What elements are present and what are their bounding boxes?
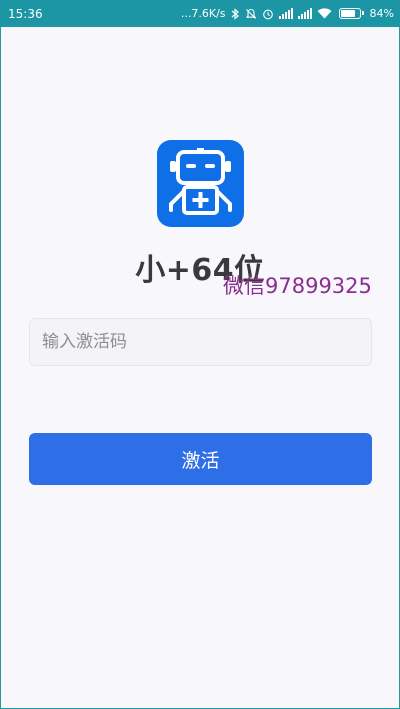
net-speed: ...7.6K/s: [180, 7, 226, 20]
alarm-icon: [262, 8, 274, 20]
status-time: 15:36: [8, 6, 43, 21]
activation-screen: 小+64位 微信97899325 激活: [1, 27, 399, 708]
battery-percent: 84%: [369, 7, 394, 20]
robot-plus-icon: [157, 140, 244, 227]
activation-code-input[interactable]: [29, 318, 372, 366]
bluetooth-icon: [231, 7, 240, 20]
wifi-icon: [317, 8, 332, 19]
mute-icon: [245, 8, 257, 20]
watermark-text: 微信97899325: [223, 274, 372, 298]
signal-icon: [278, 8, 293, 19]
battery-level: [340, 10, 355, 17]
activate-button[interactable]: 激活: [29, 433, 372, 485]
battery-icon: [337, 8, 364, 19]
status-bar: 15:36 ...7.6K/s 84%: [0, 0, 400, 27]
signal-icon: [297, 8, 312, 19]
